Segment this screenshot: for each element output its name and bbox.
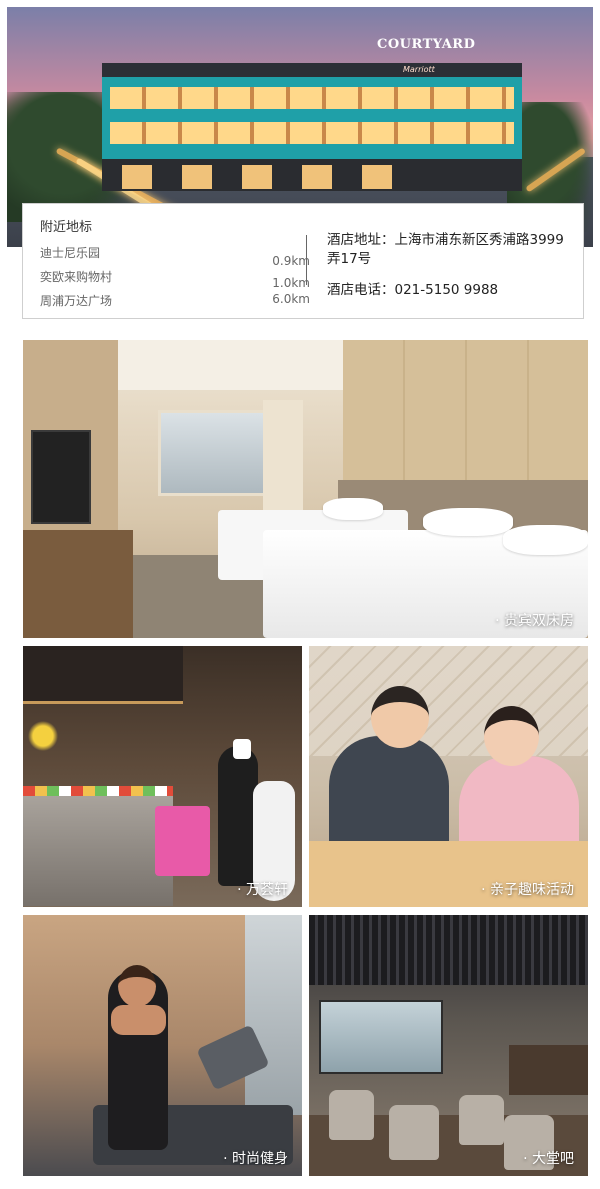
cotton-candy-cart	[155, 806, 210, 876]
landmark-item: 迪士尼乐园 0.9km	[40, 244, 310, 268]
kids-caption: · 亲子趣味活动	[481, 882, 574, 898]
tv	[31, 430, 91, 524]
armchair	[459, 1095, 504, 1145]
desk	[23, 530, 133, 638]
landmark-distance: 1.0km	[272, 276, 310, 290]
fitness-photo: · 时尚健身	[23, 915, 302, 1176]
restaurant-caption: · 万荟轩	[237, 882, 288, 898]
hotel-building	[102, 51, 522, 191]
kids-activity-photo: · 亲子趣味活动	[309, 646, 588, 907]
restaurant-photo: · 万荟轩	[23, 646, 302, 907]
landmark-name: 奕欧来购物村	[40, 270, 113, 284]
landmark-distance: 6.0km	[272, 292, 310, 306]
twin-room-photo: · 贵宾双床房	[23, 340, 588, 638]
divider	[306, 235, 307, 285]
courtyard-logo: COURTYARD	[377, 37, 476, 52]
landmark-name: 迪士尼乐园	[40, 246, 101, 260]
landmark-item: 周浦万达广场 6.0km	[40, 292, 310, 309]
marriott-logo: Marriott	[403, 65, 435, 74]
lobby-bar-photo: · 大堂吧	[309, 915, 588, 1176]
window	[158, 410, 274, 496]
armchair	[389, 1105, 439, 1160]
hotel-info-card: 附近地标 迪士尼乐园 0.9km 奕欧来购物村 1.0km 周浦万达广场 6.0…	[22, 203, 584, 319]
chef	[218, 746, 258, 886]
landmark-distance: 0.9km	[272, 254, 310, 268]
armchair	[329, 1090, 374, 1140]
room-caption: · 贵宾双床房	[495, 613, 574, 629]
hotel-address: 酒店地址：上海市浦东新区秀浦路3999弄17号	[327, 232, 564, 267]
hotel-phone: 酒店电话：021-5150 9988	[327, 282, 499, 298]
landmark-name: 周浦万达广场	[40, 294, 113, 308]
nearby-landmarks-title: 附近地标	[40, 220, 93, 235]
bar-counter	[509, 1045, 588, 1095]
fitness-caption: · 时尚健身	[223, 1151, 288, 1167]
lobby-caption: · 大堂吧	[523, 1151, 574, 1167]
landmark-item: 奕欧来购物村 1.0km	[40, 268, 310, 290]
